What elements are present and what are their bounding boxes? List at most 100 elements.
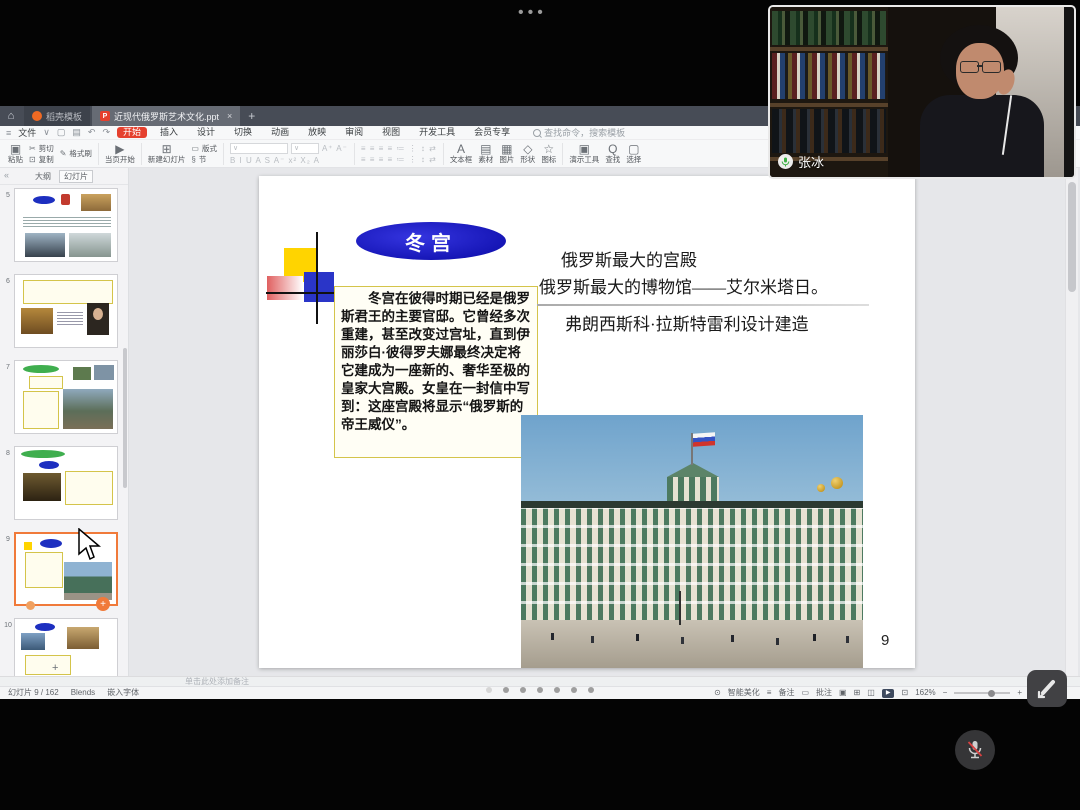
page-dot[interactable] xyxy=(486,687,492,693)
view-normal-button[interactable]: ▣ xyxy=(839,687,847,699)
cut-button[interactable]: ✂ 剪切 xyxy=(29,144,54,153)
mute-microphone-button[interactable] xyxy=(955,730,995,770)
menu-tab-animation[interactable]: 动画 xyxy=(265,127,295,138)
thumb-art xyxy=(39,461,59,469)
font-name-select[interactable]: ∨ xyxy=(230,143,288,154)
paragraph-align-buttons[interactable]: ≡ ≡ ≡ ≡ ≔ ⋮ ↕ ⇄ xyxy=(361,144,437,153)
page-dot[interactable] xyxy=(554,687,560,693)
document-tab-docer[interactable]: 稻壳模板 xyxy=(24,106,90,126)
tab-slides[interactable]: 幻灯片 xyxy=(59,170,93,183)
menu-tab-home[interactable]: 开始 xyxy=(117,127,147,138)
menu-tab-review[interactable]: 审阅 xyxy=(339,127,369,138)
ribbon-separator xyxy=(141,143,142,165)
font-style-buttons[interactable]: B I U A S A⁻ x² X₂ A xyxy=(230,156,348,165)
docer-icon xyxy=(32,111,42,121)
close-tab-icon[interactable]: × xyxy=(227,111,232,121)
thumb-art xyxy=(25,233,65,257)
page-dot[interactable] xyxy=(588,687,594,693)
thumb-art xyxy=(40,539,62,548)
fact-line-2[interactable]: 俄罗斯最大的博物馆——艾尔米塔日。 xyxy=(539,273,828,298)
collapse-panel-icon[interactable]: « xyxy=(4,170,9,180)
menu-tab-member[interactable]: 会员专享 xyxy=(468,127,516,138)
tab-outline[interactable]: 大纲 xyxy=(35,171,51,182)
slideshow-play-button[interactable]: ▶ xyxy=(882,689,895,698)
slide-page[interactable]: 冬宫 冬宫在彼得时期已经是俄罗斯君王的主要官邸。它曾经多次重建，甚至改变过宫址，… xyxy=(259,176,915,668)
quick-add-slide-badge[interactable]: + xyxy=(96,597,110,611)
section-button[interactable]: § 节 xyxy=(191,155,217,164)
undo-icon[interactable]: ↶ xyxy=(88,127,96,138)
paragraph-list-buttons[interactable]: ≡ ≡ ≡ ≡ ≔ ⋮ ↕ ⇄ xyxy=(361,155,437,164)
zoom-level[interactable]: 162% xyxy=(915,687,935,699)
thumb-art xyxy=(69,233,111,257)
layout-button[interactable]: ▭ 版式 xyxy=(191,144,217,153)
clipboard-icon: ▣ xyxy=(10,143,21,155)
paste-label: 粘贴 xyxy=(8,155,23,164)
slide-thumbnail-7[interactable] xyxy=(14,360,118,434)
command-search-input[interactable]: 查找命令，搜索模板 xyxy=(533,126,625,139)
new-slide-button[interactable]: ⊞ 新建幻灯片 xyxy=(148,143,186,164)
presentation-tools-button[interactable]: ▣ 演示工具 xyxy=(569,143,599,164)
scrollbar-thumb[interactable] xyxy=(1068,182,1076,292)
page-dot[interactable] xyxy=(537,687,543,693)
slide-thumbnail-5[interactable] xyxy=(14,188,118,262)
save-icon[interactable]: ▢ xyxy=(57,127,66,138)
menu-tab-developer[interactable]: 开发工具 xyxy=(413,127,461,138)
slide-thumbnail-6[interactable] xyxy=(14,274,118,348)
view-reading-button[interactable]: ◫ xyxy=(867,687,875,699)
canvas-scrollbar[interactable]: ▲ xyxy=(1065,168,1078,676)
slide-thumbnail-8[interactable] xyxy=(14,446,118,520)
panel-scrollbar[interactable] xyxy=(123,348,127,488)
textbox-button[interactable]: A 文本框 xyxy=(450,143,473,164)
zoom-out-button[interactable]: − xyxy=(943,687,948,699)
print-icon[interactable]: ▤ xyxy=(72,127,81,138)
winter-palace-photo[interactable] xyxy=(521,415,863,668)
home-icon[interactable]: ⌂ xyxy=(0,106,22,126)
view-sorter-button[interactable]: ⊞ xyxy=(854,687,861,699)
file-menu[interactable]: 文件 xyxy=(18,126,36,139)
play-from-current-button[interactable]: ▶ 当页开始 xyxy=(105,143,135,164)
page-dot[interactable] xyxy=(503,687,509,693)
zoom-in-button[interactable]: + xyxy=(1017,687,1022,699)
embed-fonts-button[interactable]: 嵌入字体 xyxy=(107,687,139,699)
material-button[interactable]: ▤ 素材 xyxy=(478,143,493,164)
document-tab-current[interactable]: P 近现代俄罗斯艺术文化.ppt × xyxy=(92,106,240,126)
fact-line-3[interactable]: 弗朗西斯科·拉斯特雷利设计建造 xyxy=(565,310,809,335)
file-dropdown-icon[interactable]: ∨ xyxy=(43,127,50,138)
page-dot[interactable] xyxy=(520,687,526,693)
textbox-icon: A xyxy=(457,143,465,155)
redo-icon[interactable]: ↷ xyxy=(102,127,110,138)
fact-line-1[interactable]: 俄罗斯最大的宫殿 xyxy=(561,246,697,271)
select-button[interactable]: ▢ 选择 xyxy=(626,143,641,164)
comments-toggle[interactable]: 批注 xyxy=(816,687,832,699)
find-button[interactable]: Q 查找 xyxy=(605,143,620,164)
thumb-art xyxy=(25,552,63,588)
copy-button[interactable]: ⊡ 复制 xyxy=(29,155,54,164)
participant-video[interactable]: 张冰 xyxy=(768,5,1076,179)
format-painter-button[interactable]: ✎ 格式刷 xyxy=(60,149,92,158)
font-size-select[interactable]: ∨ xyxy=(291,143,319,154)
icon-gallery-button[interactable]: ☆ 图标 xyxy=(541,143,556,164)
menu-tab-design[interactable]: 设计 xyxy=(191,127,221,138)
theme-name[interactable]: Blends xyxy=(71,687,95,699)
shape-button[interactable]: ◇ 形状 xyxy=(520,143,535,164)
slide-thumbnail-10[interactable] xyxy=(14,618,118,676)
slide-title-shape[interactable]: 冬宫 xyxy=(356,222,506,260)
menu-tab-view[interactable]: 视图 xyxy=(376,127,406,138)
meeting-more-indicator[interactable]: ••• xyxy=(518,4,547,22)
menu-tab-transition[interactable]: 切换 xyxy=(228,127,258,138)
font-grow-shrink-buttons[interactable]: A⁺ A⁻ xyxy=(322,144,348,153)
paste-button[interactable]: ▣ 粘贴 xyxy=(8,143,23,164)
new-tab-button[interactable]: + xyxy=(240,106,263,126)
picture-button[interactable]: ▦ 图片 xyxy=(499,143,514,164)
body-textbox[interactable]: 冬宫在彼得时期已经是俄罗斯君王的主要官邸。它曾经多次重建，甚至改变过宫址，直到伊… xyxy=(334,286,538,458)
smart-beautify-button[interactable]: 智能美化 xyxy=(728,687,760,699)
add-slide-button[interactable]: + xyxy=(52,662,58,674)
zoom-slider[interactable] xyxy=(954,692,1010,694)
menu-tab-slideshow[interactable]: 放映 xyxy=(302,127,332,138)
page-dot[interactable] xyxy=(571,687,577,693)
zoom-slider-thumb[interactable] xyxy=(988,690,995,697)
menu-tab-insert[interactable]: 插入 xyxy=(154,127,184,138)
fit-window-button[interactable]: ⊡ xyxy=(901,687,908,699)
annotation-pen-button[interactable] xyxy=(1027,670,1067,707)
notes-toggle[interactable]: 备注 xyxy=(778,687,794,699)
